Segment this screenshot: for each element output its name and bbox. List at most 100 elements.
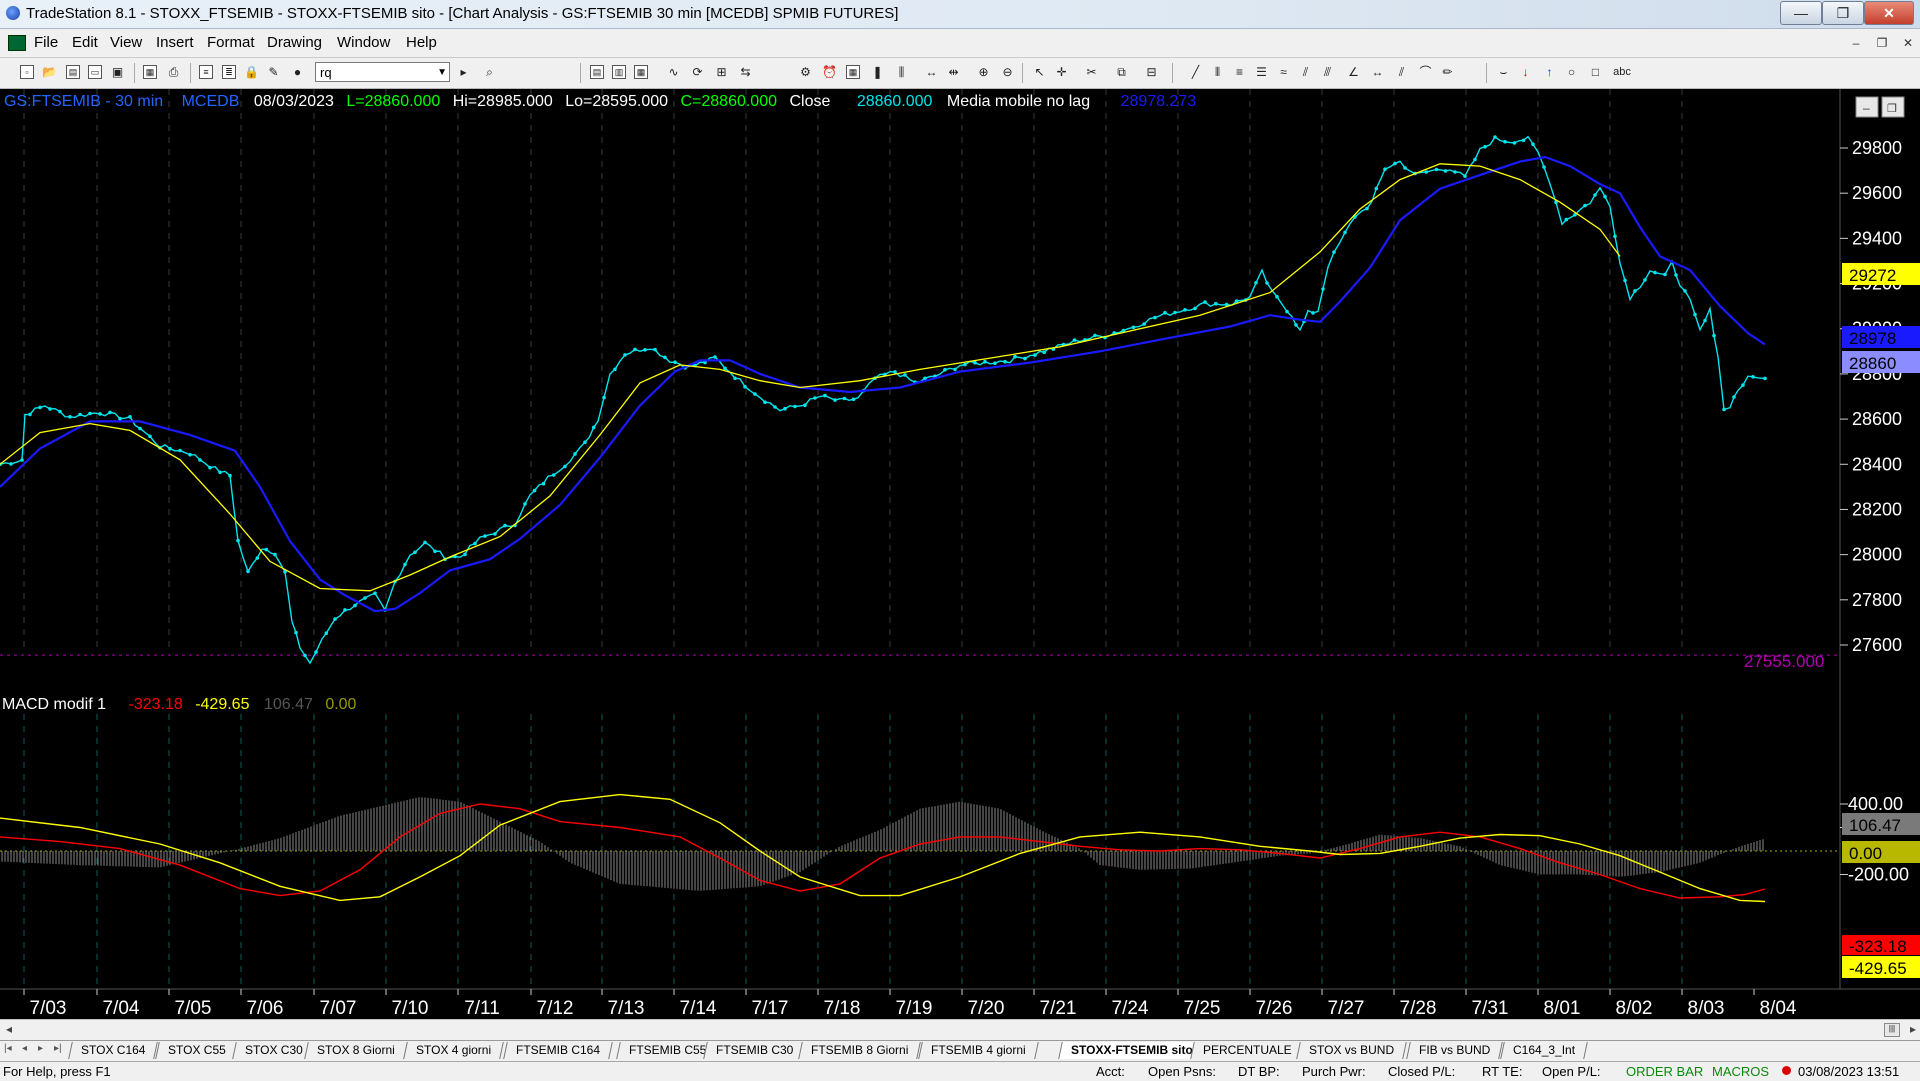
chart-area[interactable]: GS:FTSEMIB - 30 min MCEDB 08/03/2023 L=2… — [0, 89, 1920, 1019]
tab-stox-vs-bund[interactable]: STOX vs BUND — [1296, 1042, 1407, 1059]
arrow-down-icon[interactable]: ↓ — [1518, 65, 1533, 80]
macros-button[interactable]: MACROS — [1712, 1064, 1769, 1079]
bars-icon[interactable]: ❚ — [870, 65, 885, 80]
tab-c164-3-int[interactable]: C164_3_Int — [1500, 1042, 1588, 1059]
wave-icon[interactable]: ≈ — [1276, 65, 1291, 80]
candle-style-icon[interactable]: ▦ — [634, 65, 648, 79]
scroll-icon[interactable]: ⇆ — [738, 65, 753, 80]
trendline-icon[interactable]: ╱ — [1188, 65, 1203, 80]
menu-format[interactable]: Format — [207, 34, 255, 51]
mdi-restore-button[interactable]: ❐ — [1872, 34, 1892, 52]
chart-bars-icon[interactable]: ⫼ — [894, 65, 909, 80]
arrow-up-icon[interactable]: ↑ — [1542, 65, 1557, 80]
print-icon[interactable]: ⎙ — [166, 65, 181, 80]
crosshair-icon[interactable]: ✛ — [1054, 65, 1069, 80]
channel-icon[interactable]: ⫽ — [1298, 65, 1313, 80]
speed-lines-icon[interactable]: ⫻ — [1320, 65, 1335, 80]
alarm-icon[interactable]: ⏰ — [822, 65, 837, 80]
fib-icon[interactable]: ☰ — [1254, 65, 1269, 80]
tab-stox-4-giorni[interactable]: STOX 4 giorni — [403, 1042, 504, 1059]
vertical-lines-icon[interactable]: ⦀ — [1210, 65, 1225, 80]
open-workspace-icon[interactable]: ▤ — [66, 65, 80, 79]
parallel-lines-icon[interactable]: ⫽ — [1394, 65, 1409, 80]
tab-next-icon[interactable]: ▸ — [38, 1043, 43, 1054]
drawing-icon[interactable]: ✎ — [266, 65, 281, 80]
text-tool-icon[interactable]: abc — [1612, 65, 1632, 80]
insert-strategy-icon[interactable]: ≣ — [222, 65, 236, 79]
menu-help[interactable]: Help — [406, 34, 437, 51]
save-icon[interactable]: ▣ — [110, 65, 125, 80]
radar-icon[interactable]: ● — [290, 65, 305, 80]
insert-indicator-icon[interactable]: ≡ — [199, 65, 213, 79]
open-icon[interactable]: 📂 — [42, 65, 57, 80]
tab-stox-8-giorni[interactable]: STOX 8 Giorni — [304, 1042, 408, 1059]
tab-ftsemib-4-giorni[interactable]: FTSEMIB 4 giorni — [918, 1042, 1039, 1059]
tab-ftsemib-c164[interactable]: FTSEMIB C164 — [503, 1042, 613, 1059]
gann-fan-icon[interactable]: ∠ — [1346, 65, 1361, 80]
grid-icon[interactable]: ▦ — [846, 65, 860, 79]
price-point — [1683, 289, 1687, 293]
menu-window[interactable]: Window — [337, 34, 390, 51]
object-icon[interactable]: ⧉ — [1114, 65, 1129, 80]
tab-ftsemib-c30[interactable]: FTSEMIB C30 — [703, 1042, 807, 1059]
print-preview-icon[interactable]: ▦ — [143, 65, 157, 79]
tab-stox-c164[interactable]: STOX C164 — [68, 1042, 159, 1059]
restore-button[interactable]: ❐ — [1822, 1, 1864, 25]
tab-fib-vs-bund[interactable]: FIB vs BUND — [1406, 1042, 1504, 1059]
zoom-out-icon[interactable]: ⊖ — [1000, 65, 1015, 80]
play-icon[interactable]: ▸ — [456, 65, 471, 80]
tools-icon[interactable]: ✂ — [1084, 65, 1099, 80]
bar-style-icon[interactable]: ▥ — [612, 65, 626, 79]
pointer-icon[interactable]: ↖ — [1032, 65, 1047, 80]
tab-first-icon[interactable]: |◂ — [4, 1043, 12, 1054]
settings-icon[interactable]: ⚙ — [798, 65, 813, 80]
rectangle-icon[interactable]: □ — [1588, 65, 1603, 80]
menu-file[interactable]: File — [34, 34, 58, 51]
horizontal-line-icon[interactable]: ≡ — [1232, 65, 1247, 80]
menu-insert[interactable]: Insert — [156, 34, 194, 51]
expand-icon[interactable]: ↔ — [924, 65, 939, 80]
scroll-right-icon[interactable]: ▸ — [1910, 1022, 1916, 1036]
tab-stox-c30[interactable]: STOX C30 — [232, 1042, 316, 1059]
line-style-icon[interactable]: ∿ — [666, 65, 681, 80]
horizontal-scrollbar[interactable]: ◂ ||| ▸ — [0, 1019, 1920, 1040]
tab-last-icon[interactable]: ▸| — [54, 1043, 62, 1054]
zoom-in-icon[interactable]: ⊕ — [976, 65, 991, 80]
mdi-close-button[interactable]: ✕ — [1898, 34, 1918, 52]
lock-icon[interactable]: 🔒 — [244, 65, 259, 80]
menu-drawing[interactable]: Drawing — [267, 34, 322, 51]
ellipse-icon[interactable]: ○ — [1564, 65, 1579, 80]
symbol-lookup-icon[interactable]: ⌕ — [482, 65, 497, 80]
menu-view[interactable]: View — [110, 34, 142, 51]
refresh-icon[interactable]: ⟳ — [690, 65, 705, 80]
tab-ftsemib-8-giorni[interactable]: FTSEMIB 8 Giorni — [798, 1042, 922, 1059]
horizontal-arrow-icon[interactable]: ↔ — [1370, 65, 1385, 80]
close-button[interactable]: ✕ — [1864, 1, 1914, 25]
tab-percentuale[interactable]: PERCENTUALE — [1190, 1042, 1305, 1059]
new-window-icon[interactable]: ▭ — [88, 65, 102, 79]
tab-stox-c55[interactable]: STOX C55 — [155, 1042, 239, 1059]
chevron-down-icon[interactable]: ▼ — [437, 63, 447, 83]
mdi-minimize-button[interactable]: – — [1846, 34, 1866, 52]
format-icon[interactable]: ⊟ — [1144, 65, 1159, 80]
curve-icon[interactable]: ⌣ — [1496, 65, 1511, 80]
price-point — [503, 523, 507, 528]
menu-edit[interactable]: Edit — [72, 34, 98, 51]
minimize-button[interactable]: — — [1780, 1, 1822, 25]
new-doc-icon[interactable]: ▫ — [20, 65, 34, 79]
tab-stoxx-ftsemib-sito[interactable]: STOXX-FTSEMIB sito — [1058, 1042, 1206, 1059]
order-bar-button[interactable]: ORDER BAR — [1626, 1064, 1703, 1079]
scroll-left-icon[interactable]: ◂ — [6, 1022, 12, 1036]
pencil-icon[interactable]: ✏ — [1440, 65, 1455, 80]
price-point — [1593, 193, 1597, 197]
data-window-icon[interactable]: ⊞ — [714, 65, 729, 80]
chart-style-icon[interactable]: ▤ — [590, 65, 604, 79]
arc-icon[interactable]: ⌒ — [1418, 65, 1433, 80]
compress-icon[interactable]: ⇹ — [946, 65, 961, 80]
chart-window-icon[interactable] — [8, 35, 26, 51]
scroll-thumb[interactable]: ||| — [1884, 1023, 1900, 1037]
price-point — [723, 366, 727, 371]
tab-label: FTSEMIB C30 — [716, 1043, 794, 1057]
tab-prev-icon[interactable]: ◂ — [22, 1043, 27, 1054]
symbol-input[interactable]: rq ▼ — [315, 62, 450, 82]
